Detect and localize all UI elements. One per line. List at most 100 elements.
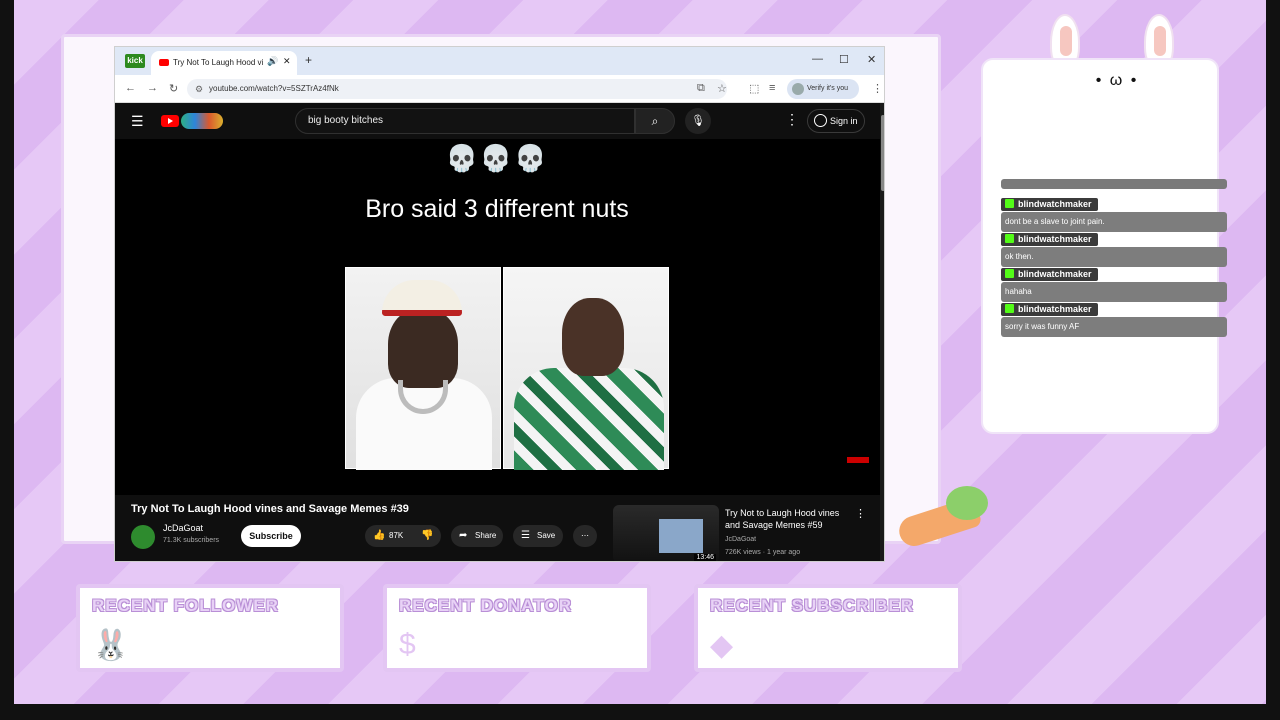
- widget-title: RECENT DONATOR: [399, 596, 572, 615]
- recommended-thumbnail[interactable]: 13:46: [613, 505, 719, 561]
- chat-message: blindwatchmaker dont be a slave to joint…: [1001, 194, 1227, 232]
- video-image-left: [345, 267, 501, 470]
- chat-text: sorry it was funny AF: [1001, 317, 1227, 337]
- profile-button[interactable]: Verify it's you: [787, 79, 859, 99]
- youtube-logo[interactable]: [161, 115, 179, 127]
- sign-in-button[interactable]: Sign in: [807, 109, 865, 133]
- channel-name[interactable]: JcDaGoat: [163, 523, 203, 533]
- video-title: Try Not To Laugh Hood vines and Savage M…: [131, 503, 409, 515]
- media-control-icon[interactable]: ≡: [769, 82, 775, 94]
- profile-label: Verify it's you: [807, 85, 849, 92]
- install-icon[interactable]: ⧉: [697, 82, 705, 95]
- menu-icon[interactable]: ☰: [131, 113, 144, 130]
- kick-icon: [1005, 199, 1014, 208]
- video-duration: 13:46: [694, 554, 716, 561]
- skull-emoji: 💀💀💀: [445, 143, 549, 173]
- chat-message: blindwatchmaker ok then.: [1001, 229, 1227, 267]
- widget-title: RECENT SUBSCRIBER: [710, 596, 915, 615]
- account-icon: [814, 114, 827, 127]
- channel-avatar[interactable]: [131, 525, 155, 549]
- carrot-leaves-decoration: [946, 486, 988, 520]
- close-window-icon[interactable]: ✕: [867, 53, 876, 66]
- save-button[interactable]: ☰ Save: [513, 525, 563, 547]
- chat-message: blindwatchmaker sorry it was funny AF: [1001, 299, 1227, 337]
- bookmark-star-icon[interactable]: ☆: [717, 82, 727, 95]
- browser-menu-icon[interactable]: ⋮: [872, 82, 883, 95]
- bunny-icon: 🐰: [92, 629, 130, 662]
- minimize-icon[interactable]: —: [812, 53, 823, 65]
- chat-message: blindwatchmaker hahaha: [1001, 264, 1227, 302]
- video-caption: Bro said 3 different nuts: [365, 195, 629, 223]
- chat-username: blindwatchmaker: [1018, 269, 1092, 279]
- new-tab-button[interactable]: +: [305, 53, 312, 67]
- recent-subscriber-widget: RECENT SUBSCRIBER ◆: [694, 584, 962, 672]
- recommended-title[interactable]: Try Not to Laugh Hood vines and Savage M…: [725, 507, 853, 531]
- recent-donator-widget: RECENT DONATOR $: [383, 584, 651, 672]
- chat-username-badge: blindwatchmaker: [1001, 198, 1098, 211]
- save-label: Save: [537, 531, 556, 540]
- search-input[interactable]: big booty bitches: [295, 108, 635, 134]
- recommended-meta: 726K views · 1 year ago: [725, 549, 801, 556]
- widget-title: RECENT FOLLOWER: [92, 596, 279, 615]
- browser-window: kick Try Not To Laugh Hood vines 🔊 ✕ + —…: [114, 46, 885, 562]
- speaker-icon[interactable]: 🔊: [267, 56, 278, 67]
- video-image-right: [503, 267, 669, 470]
- chat-username-badge: blindwatchmaker: [1001, 233, 1098, 246]
- recommended-more-icon[interactable]: ⋮: [855, 507, 866, 520]
- kick-icon: [1005, 304, 1014, 313]
- right-border: [1266, 0, 1280, 720]
- tab-youtube[interactable]: Try Not To Laugh Hood vines 🔊 ✕: [151, 51, 297, 75]
- left-border: [0, 0, 14, 720]
- like-count[interactable]: 87K: [389, 525, 403, 547]
- dislike-icon[interactable]: 👎: [421, 525, 433, 547]
- tab-bar: kick Try Not To Laugh Hood vines 🔊 ✕ + —…: [115, 47, 884, 75]
- share-button[interactable]: ➦ Share: [451, 525, 503, 547]
- more-icon: ⋯: [581, 531, 589, 540]
- video-player[interactable]: 💀💀💀 Bro said 3 different nuts: [115, 139, 880, 495]
- page-scrollbar[interactable]: [880, 103, 884, 561]
- back-icon[interactable]: ←: [125, 82, 136, 94]
- url-field[interactable]: ⚙ youtube.com/watch?v=5SZTrAz4fNk: [187, 79, 727, 99]
- youtube-doodle[interactable]: [181, 113, 223, 129]
- cap: [382, 280, 462, 316]
- site-info-icon[interactable]: ⚙: [195, 79, 203, 99]
- kick-icon: [1005, 234, 1014, 243]
- diamond-icon: ◆: [710, 629, 734, 662]
- scrollbar-thumb[interactable]: [881, 115, 884, 191]
- subscriber-count: 71.3K subscribers: [163, 537, 220, 544]
- microphone-icon: 🎙: [691, 115, 705, 127]
- search-button[interactable]: ⌕: [635, 108, 675, 134]
- tab-title: Try Not To Laugh Hood vines: [173, 58, 263, 67]
- subscribe-button[interactable]: Subscribe: [241, 525, 301, 547]
- share-icon: ➦: [459, 530, 468, 541]
- recommended-channel[interactable]: JcDaGoat: [725, 536, 756, 543]
- voice-search-button[interactable]: 🎙: [685, 108, 711, 134]
- person-head: [562, 298, 624, 376]
- watermark-logo: [847, 457, 869, 463]
- like-icon[interactable]: 👍: [373, 525, 385, 547]
- thumbnail-image: [659, 519, 703, 553]
- forward-icon[interactable]: →: [147, 82, 158, 94]
- chat-username-badge: blindwatchmaker: [1001, 268, 1098, 281]
- kick-extension-icon[interactable]: kick: [125, 54, 145, 68]
- reload-icon[interactable]: ↻: [169, 82, 178, 95]
- chat-username: blindwatchmaker: [1018, 199, 1092, 209]
- kick-icon: [1005, 269, 1014, 278]
- sign-in-label: Sign in: [830, 116, 858, 126]
- more-actions-button[interactable]: ⋯: [573, 525, 597, 547]
- recent-follower-widget: RECENT FOLLOWER 🐰: [76, 584, 344, 672]
- chat-message-partial: [1001, 179, 1227, 189]
- close-tab-icon[interactable]: ✕: [283, 56, 291, 67]
- youtube-favicon-icon: [159, 59, 169, 66]
- settings-more-icon[interactable]: ⋮: [785, 111, 799, 128]
- save-icon: ☰: [521, 530, 530, 541]
- search-icon: ⌕: [651, 114, 659, 128]
- video-frame[interactable]: 💀💀💀 Bro said 3 different nuts: [183, 139, 811, 495]
- address-bar: ← → ↻ ⚙ youtube.com/watch?v=5SZTrAz4fNk …: [115, 75, 884, 103]
- maximize-icon[interactable]: ☐: [839, 53, 849, 66]
- person-body: [514, 368, 664, 470]
- dollar-icon: $: [399, 628, 416, 661]
- video-details: Try Not To Laugh Hood vines and Savage M…: [115, 495, 880, 561]
- person-head: [388, 308, 458, 388]
- extensions-icon[interactable]: ⬚: [749, 82, 759, 95]
